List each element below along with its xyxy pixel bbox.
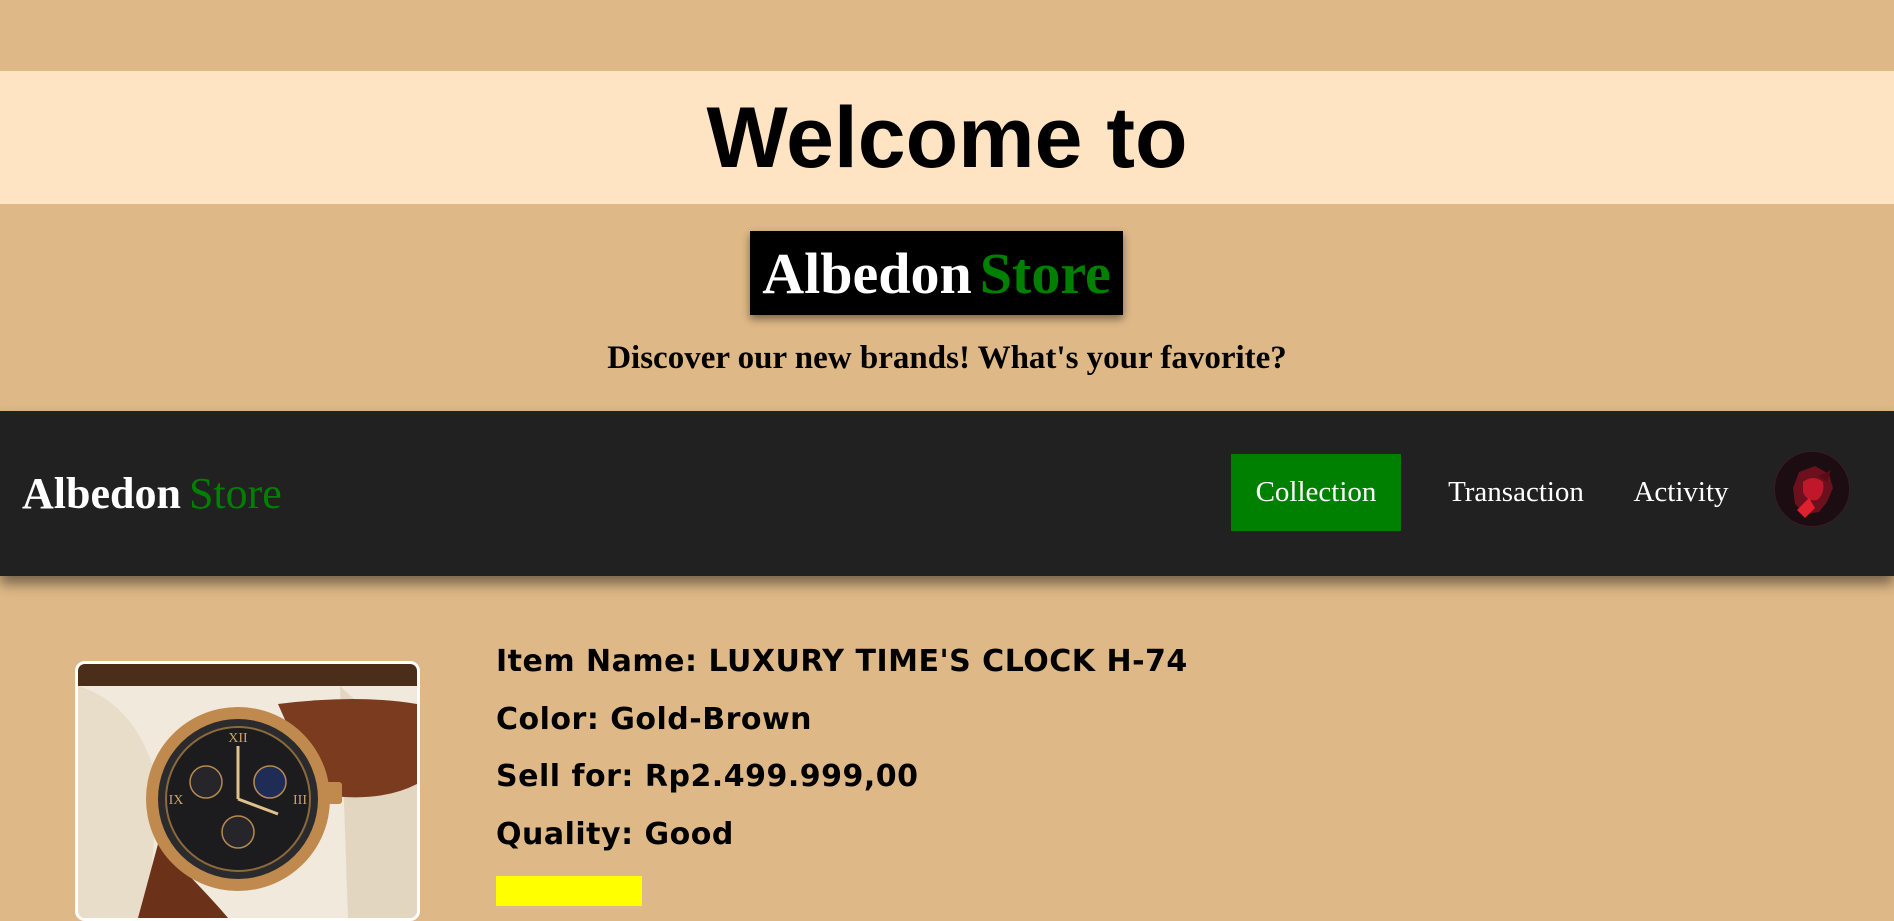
hero-brand-first: Albedon xyxy=(762,240,972,306)
svg-text:III: III xyxy=(293,793,307,808)
user-avatar-icon[interactable] xyxy=(1774,451,1850,527)
welcome-title: Welcome to xyxy=(706,89,1188,186)
navbar: Albedon Store Collection Transaction Acti… xyxy=(0,411,1894,576)
svg-text:IX: IX xyxy=(169,793,184,808)
navbar-brand-first: Albedon xyxy=(22,469,181,518)
wristwatch-icon: XII III IX xyxy=(78,664,417,918)
nav-item-activity[interactable]: Activity xyxy=(1620,454,1742,531)
tagline: Discover our new brands! What's your fav… xyxy=(607,340,1287,376)
nav-item-transaction[interactable]: Transaction xyxy=(1430,454,1602,531)
nav-item-collection[interactable]: Collection xyxy=(1231,454,1401,531)
buy-button[interactable] xyxy=(496,876,642,906)
product-name: Item Name: LUXURY TIME'S CLOCK H-74 xyxy=(496,644,1188,679)
hero-brand-second: Store xyxy=(979,240,1111,306)
svg-text:XII: XII xyxy=(228,731,248,746)
product-price: Sell for: Rp2.499.999,00 xyxy=(496,759,919,794)
navbar-brand-second: Store xyxy=(188,469,282,518)
product-image: XII III IX xyxy=(75,661,420,921)
product-color: Color: Gold-Brown xyxy=(496,702,813,737)
hero-brand-logo: Albedon Store xyxy=(750,231,1123,315)
navbar-brand-logo[interactable]: Albedon Store xyxy=(22,411,282,576)
product-quality: Quality: Good xyxy=(496,817,734,852)
welcome-banner: Welcome to xyxy=(0,71,1894,204)
